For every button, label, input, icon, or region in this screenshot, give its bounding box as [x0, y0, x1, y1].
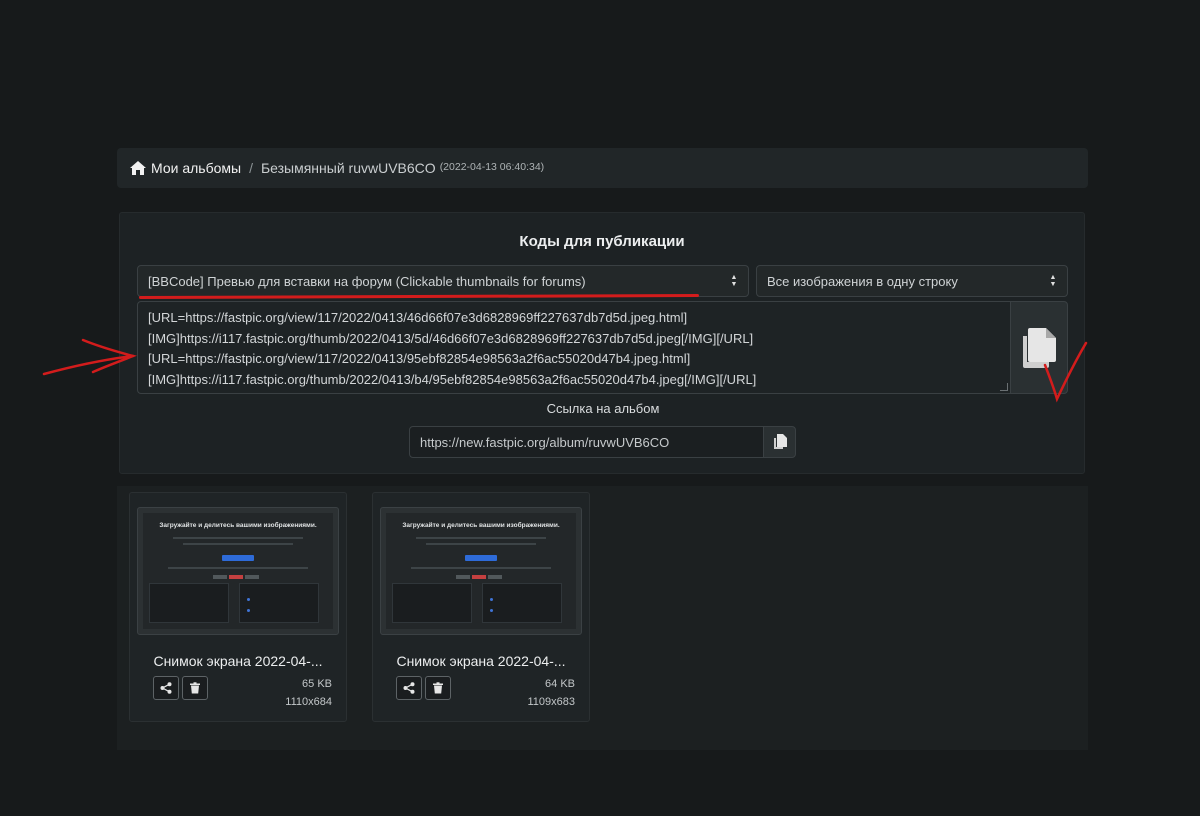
image-gallery: Загружайте и делитесь вашими изображения… [117, 486, 1088, 750]
resize-handle[interactable] [1000, 383, 1008, 391]
breadcrumb-album-name: Безымянный ruvwUVB6CO [260, 160, 436, 176]
copy-codes-button[interactable] [1010, 301, 1068, 394]
image-dimensions: 1109x683 [527, 696, 575, 708]
copy-album-link-button[interactable] [763, 426, 796, 458]
thumbnail-preview: Загружайте и делитесь вашими изображения… [386, 513, 576, 629]
codes-title: Коды для публикации [519, 233, 685, 250]
image-card: Загружайте и делитесь вашими изображения… [372, 492, 590, 722]
code-line: [URL=https://fastpic.org/view/117/2022/0… [148, 310, 688, 325]
sort-arrows-icon: ▲ ▼ [1049, 274, 1057, 288]
copy-icon [1023, 327, 1056, 368]
annotation-underline [138, 294, 700, 299]
image-dimensions: 1110x684 [285, 696, 332, 708]
sort-arrows-icon: ▲ ▼ [730, 274, 738, 288]
publication-codes-panel: Коды для публикации [BBCode] Превью для … [119, 212, 1085, 474]
breadcrumb-separator: / [249, 160, 253, 176]
delete-button[interactable] [182, 676, 208, 700]
copy-icon [773, 434, 787, 449]
image-thumbnail[interactable]: Загружайте и делитесь вашими изображения… [137, 507, 339, 635]
code-format-value: [BBCode] Превью для вставки на форум (Cl… [148, 273, 586, 289]
layout-mode-select[interactable]: Все изображения в одну строку ▲ ▼ [756, 265, 1068, 297]
breadcrumb-home-label[interactable]: Мои альбомы [151, 160, 241, 176]
share-button[interactable] [153, 676, 179, 700]
album-link-label: Ссылка на альбом [546, 401, 660, 416]
share-icon [403, 682, 415, 694]
image-name: Снимок экрана 2022-04-... [153, 653, 323, 669]
code-line: [URL=https://fastpic.org/view/117/2022/0… [148, 351, 691, 367]
trash-icon [433, 682, 443, 694]
image-thumbnail[interactable]: Загружайте и делитесь вашими изображения… [380, 507, 582, 635]
code-line: [IMG]https://i117.fastpic.org/thumb/2022… [148, 330, 754, 346]
trash-icon [190, 682, 200, 694]
bbcode-textarea[interactable]: [URL=https://fastpic.org/view/117/2022/0… [137, 301, 1011, 394]
share-button[interactable] [396, 676, 422, 700]
layout-mode-value: Все изображения в одну строку [767, 273, 958, 289]
image-size: 64 KB [545, 678, 575, 690]
image-size: 65 KB [302, 678, 332, 690]
thumbnail-preview: Загружайте и делитесь вашими изображения… [143, 513, 333, 629]
album-link-value: https://new.fastpic.org/album/ruvwUVB6CO [420, 434, 670, 450]
delete-button[interactable] [425, 676, 451, 700]
thumbnail-title: Загружайте и делитесь вашими изображения… [159, 522, 317, 529]
home-icon [130, 161, 146, 175]
breadcrumb-my-albums-link[interactable]: Мои альбомы [130, 160, 241, 176]
breadcrumb: Мои альбомы / Безымянный ruvwUVB6CO (202… [117, 148, 1088, 188]
share-icon [160, 682, 172, 694]
album-link-input[interactable]: https://new.fastpic.org/album/ruvwUVB6CO [409, 426, 764, 458]
code-format-select[interactable]: [BBCode] Превью для вставки на форум (Cl… [137, 265, 749, 297]
image-card: Загружайте и делитесь вашими изображения… [129, 492, 347, 722]
code-line: [IMG]https://i117.fastpic.org/thumb/2022… [148, 371, 757, 387]
image-name: Снимок экрана 2022-04-... [396, 653, 566, 669]
breadcrumb-album-date: (2022-04-13 06:40:34) [439, 161, 545, 173]
thumbnail-title: Загружайте и делитесь вашими изображения… [402, 522, 560, 529]
